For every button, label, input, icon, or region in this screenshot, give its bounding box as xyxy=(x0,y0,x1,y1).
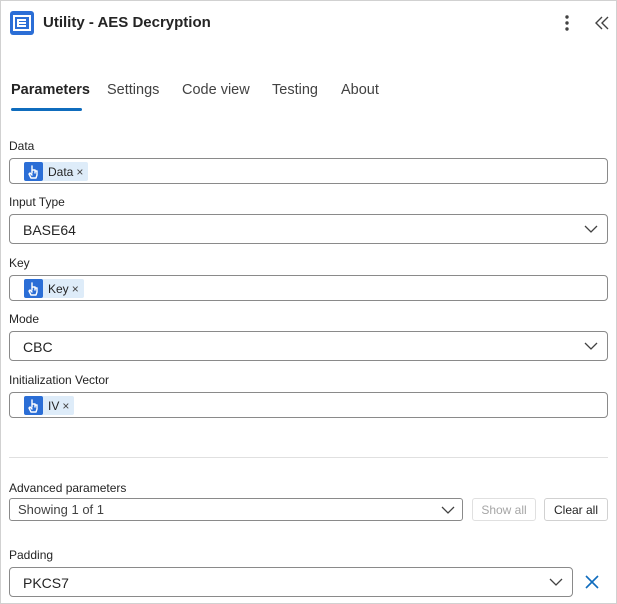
app-logo-icon xyxy=(10,11,34,35)
input-type-label: Input Type xyxy=(9,195,65,209)
data-input[interactable]: Data × xyxy=(9,158,608,184)
section-divider xyxy=(9,457,608,458)
tab-about[interactable]: About xyxy=(341,82,379,98)
padding-select[interactable]: PKCS7 xyxy=(9,567,573,597)
tab-parameters[interactable]: Parameters xyxy=(11,82,90,98)
chevron-down-icon xyxy=(584,342,598,350)
tab-bar: Parameters Settings Code view Testing Ab… xyxy=(1,77,616,117)
panel-title: Utility - AES Decryption xyxy=(43,14,211,31)
chevron-down-icon xyxy=(549,578,563,586)
input-type-select[interactable]: BASE64 xyxy=(9,214,608,244)
advanced-parameters-label: Advanced parameters xyxy=(9,481,127,495)
advanced-parameters-value: Showing 1 of 1 xyxy=(18,502,105,517)
parameters-panel: Utility - AES Decryption Parameters Sett… xyxy=(0,0,617,604)
key-token: Key × xyxy=(24,279,84,298)
advanced-parameters-select[interactable]: Showing 1 of 1 xyxy=(9,498,463,521)
double-chevron-left-icon xyxy=(595,16,609,30)
iv-token: IV × xyxy=(24,396,75,415)
manual-trigger-icon xyxy=(24,162,43,181)
data-token-label: Data xyxy=(48,164,74,179)
input-type-value: BASE64 xyxy=(23,222,76,238)
mode-select[interactable]: CBC xyxy=(9,331,608,361)
tab-code-view[interactable]: Code view xyxy=(182,82,250,98)
key-input[interactable]: Key × xyxy=(9,275,608,301)
iv-label: Initialization Vector xyxy=(9,373,110,387)
collapse-panel-button[interactable] xyxy=(591,11,613,35)
iv-token-remove[interactable]: × xyxy=(62,399,69,413)
key-token-remove[interactable]: × xyxy=(72,282,79,296)
manual-trigger-icon xyxy=(24,396,43,415)
close-icon xyxy=(585,575,599,589)
clear-all-button[interactable]: Clear all xyxy=(544,498,608,521)
tab-testing[interactable]: Testing xyxy=(272,82,318,98)
remove-padding-button[interactable] xyxy=(583,573,601,591)
key-token-label: Key xyxy=(48,281,69,296)
more-options-button[interactable] xyxy=(556,11,578,35)
show-all-button[interactable]: Show all xyxy=(472,498,536,521)
iv-token-label: IV xyxy=(48,398,60,413)
tab-settings[interactable]: Settings xyxy=(107,82,159,98)
more-vertical-icon xyxy=(565,15,569,31)
chevron-down-icon xyxy=(584,225,598,233)
panel-header: Utility - AES Decryption xyxy=(1,1,616,45)
key-label: Key xyxy=(9,256,30,270)
data-token: Data × xyxy=(24,162,89,181)
padding-label: Padding xyxy=(9,548,54,562)
active-tab-indicator xyxy=(11,108,82,111)
chevron-down-icon xyxy=(441,506,455,514)
iv-input[interactable]: IV × xyxy=(9,392,608,418)
mode-label: Mode xyxy=(9,312,40,326)
padding-value: PKCS7 xyxy=(23,575,69,591)
manual-trigger-icon xyxy=(24,279,43,298)
data-label: Data xyxy=(9,139,35,153)
mode-value: CBC xyxy=(23,339,53,355)
data-token-remove[interactable]: × xyxy=(76,165,83,179)
